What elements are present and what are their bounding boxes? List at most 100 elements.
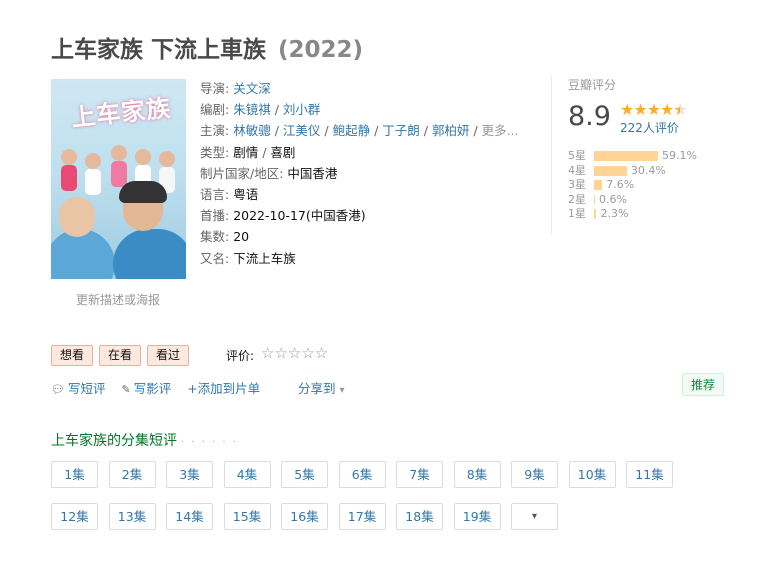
want-to-watch-button[interactable]: 想看 bbox=[51, 345, 94, 366]
bar-fill bbox=[594, 209, 597, 219]
rating-bar-row: 4星 30.4% bbox=[568, 164, 697, 179]
write-review-link[interactable]: ✎ 写影评 bbox=[121, 381, 171, 396]
rate-stars-input[interactable]: ☆☆☆☆☆ bbox=[261, 344, 328, 362]
separator: / bbox=[270, 123, 283, 139]
rating-bar-row: 2星 0.6% bbox=[568, 193, 697, 208]
caret-down-icon: ▾ bbox=[531, 511, 538, 522]
separator: / bbox=[320, 123, 333, 139]
cast-link[interactable]: 江美仪 bbox=[283, 123, 321, 138]
separator: / bbox=[469, 123, 482, 139]
rating-stars: ★★★★★★ bbox=[620, 100, 688, 119]
bar-fill bbox=[594, 151, 658, 161]
add-to-list-link[interactable]: +添加到片单 bbox=[187, 381, 260, 396]
director-link[interactable]: 关文深 bbox=[233, 81, 271, 96]
episodes-value: 20 bbox=[233, 229, 250, 245]
bar-label: 3星 bbox=[568, 178, 586, 191]
separator: / bbox=[370, 123, 383, 139]
star-icon: ★ bbox=[660, 100, 674, 119]
bar-percent: 30.4% bbox=[630, 163, 666, 177]
status-buttons: 想看 在看 看过 bbox=[51, 345, 195, 366]
writer-label: 编剧: bbox=[200, 102, 230, 118]
comment-icon: 💬︎ bbox=[51, 383, 65, 396]
bar-label: 2星 bbox=[568, 192, 586, 206]
episode-button[interactable]: 10集 bbox=[568, 461, 616, 488]
episode-button[interactable]: 7集 bbox=[396, 461, 443, 488]
genre-value: 喜剧 bbox=[270, 144, 296, 160]
aka-label: 又名: bbox=[200, 250, 230, 266]
episode-button[interactable]: 2集 bbox=[108, 461, 156, 488]
episode-button[interactable]: 18集 bbox=[396, 503, 443, 530]
poster-image[interactable]: 上车家族 bbox=[51, 79, 186, 279]
watching-button[interactable]: 在看 bbox=[99, 345, 142, 366]
episode-button[interactable]: 12集 bbox=[51, 503, 98, 530]
episode-button[interactable]: 14集 bbox=[166, 503, 213, 530]
star-icon: ★ bbox=[620, 100, 634, 119]
bar-percent: 0.6% bbox=[599, 192, 627, 206]
genre-value: 剧情 bbox=[233, 144, 259, 160]
bar-percent: 2.3% bbox=[600, 207, 629, 220]
episode-button[interactable]: 13集 bbox=[108, 503, 156, 530]
episode-button[interactable]: 17集 bbox=[338, 503, 386, 530]
episode-button[interactable]: 19集 bbox=[453, 503, 501, 530]
region-value: 中国香港 bbox=[287, 165, 338, 181]
share-dropdown[interactable]: 分享到 ▾ bbox=[298, 378, 345, 397]
bar-percent: 59.1% bbox=[662, 149, 697, 162]
bar-label: 5星 bbox=[568, 149, 586, 162]
caret-down-icon: ▾ bbox=[339, 385, 345, 396]
half-star-icon: ★★ bbox=[673, 100, 687, 119]
more-episodes-button[interactable]: ▾ bbox=[511, 503, 558, 530]
write-short-review-link[interactable]: 💬︎ 写短评 bbox=[51, 381, 105, 396]
episode-button[interactable]: 1集 bbox=[51, 461, 98, 488]
premiere-label: 首播: bbox=[200, 208, 230, 224]
rate-label: 评价: bbox=[226, 349, 255, 363]
episode-button[interactable]: 8集 bbox=[453, 461, 501, 488]
cast-link[interactable]: 鲍起静 bbox=[333, 123, 371, 138]
section-dots: · · · · · · bbox=[181, 437, 238, 448]
writer-link[interactable]: 刘小群 bbox=[283, 102, 321, 117]
poster-title-text: 上车家族 bbox=[70, 93, 173, 133]
writer-link[interactable]: 朱镜祺 bbox=[233, 102, 271, 117]
bar-fill bbox=[594, 180, 603, 190]
recommend-button[interactable]: 推荐 bbox=[682, 373, 725, 396]
bar-fill bbox=[594, 165, 627, 176]
bar-label: 4星 bbox=[568, 163, 586, 177]
episode-button[interactable]: 3集 bbox=[166, 461, 213, 488]
cast-link[interactable]: 丁子朗 bbox=[382, 123, 420, 138]
region-label: 制片国家/地区: bbox=[200, 165, 284, 181]
rating-score: 8.9 bbox=[568, 101, 611, 132]
cast-label: 主演: bbox=[200, 123, 230, 139]
watched-button[interactable]: 看过 bbox=[147, 345, 190, 366]
title-main: 上车家族 下流上車族 bbox=[51, 37, 267, 63]
info-panel: 导演: 关文深 编剧: 朱镜祺 / 刘小群 主演: 林敏骢 / 江美仪 / 鲍起… bbox=[200, 78, 519, 269]
cast-link[interactable]: 郭柏妍 bbox=[432, 123, 470, 138]
episode-reviews-heading: 上车家族的分集短评 · · · · · · bbox=[51, 430, 238, 450]
episode-button[interactable]: 15集 bbox=[223, 503, 271, 530]
action-links: 💬︎ 写短评 ✎ 写影评 +添加到片单 bbox=[51, 378, 272, 397]
rating-label: 豆瓣评分 bbox=[568, 78, 617, 92]
rating-bar-row: 3星 7.6% bbox=[568, 178, 697, 193]
rating-bar-row: 5星 59.1% bbox=[568, 149, 697, 164]
bar-label: 1星 bbox=[568, 207, 586, 220]
section-title: 上车家族的分集短评 bbox=[51, 433, 177, 449]
bar-fill bbox=[594, 194, 595, 205]
separator: / bbox=[270, 102, 283, 118]
episode-button[interactable]: 6集 bbox=[338, 461, 386, 488]
cast-link[interactable]: 林敏骢 bbox=[233, 123, 271, 138]
episode-button[interactable]: 4集 bbox=[223, 461, 271, 488]
episode-button[interactable]: 16集 bbox=[281, 503, 328, 530]
bar-percent: 7.6% bbox=[606, 178, 635, 191]
language-label: 语言: bbox=[200, 187, 230, 203]
episode-button[interactable]: 9集 bbox=[511, 461, 558, 488]
separator: / bbox=[419, 123, 432, 139]
episode-button[interactable]: 5集 bbox=[281, 461, 328, 488]
rating-bars: 5星 59.1% 4星 30.4% 3星 7.6% 2星 0.6% 1星 2.3% bbox=[568, 149, 697, 222]
rating-votes-link[interactable]: 222人评价 bbox=[620, 119, 679, 136]
premiere-value: 2022-10-17(中国香港) bbox=[233, 208, 366, 224]
title-year: (2022) bbox=[278, 37, 364, 63]
write-short-review-label: 写短评 bbox=[67, 381, 106, 396]
episode-button[interactable]: 11集 bbox=[626, 461, 673, 488]
update-poster-link[interactable]: 更新描述或海报 bbox=[76, 291, 160, 308]
episodes-label: 集数: bbox=[200, 229, 230, 245]
cast-more-link[interactable]: 更多... bbox=[482, 123, 519, 138]
pencil-icon: ✎ bbox=[121, 383, 131, 396]
